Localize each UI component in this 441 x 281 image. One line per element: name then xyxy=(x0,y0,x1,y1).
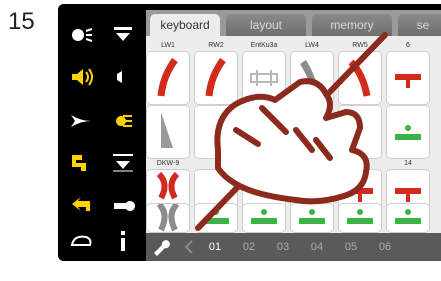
signal-tile-13-bottom[interactable] xyxy=(339,204,381,232)
tile-label: 13 xyxy=(356,160,364,167)
signal-tile-6-top[interactable] xyxy=(387,52,429,104)
page-02[interactable]: 02 xyxy=(234,233,264,261)
tile-label: LW1 xyxy=(161,42,175,49)
tab-keyboard[interactable]: keyboard xyxy=(150,14,220,36)
signal-tile-6-bottom[interactable] xyxy=(387,106,429,158)
uncoupler-tile-bottom[interactable] xyxy=(243,106,285,158)
control-device: keyboard layout memory se LW1 RW2 EntKu3… xyxy=(58,4,441,261)
page-bar: 01 02 03 04 05 06 xyxy=(146,233,441,261)
tile-label: LW4 xyxy=(305,42,319,49)
cab-light-icon[interactable] xyxy=(108,148,138,178)
rear-light-icon[interactable] xyxy=(108,62,138,92)
page-01[interactable]: 01 xyxy=(200,233,230,261)
switch-tile-lw1-bottom[interactable] xyxy=(147,106,189,158)
tile-label: 6 xyxy=(406,42,410,49)
switch-tile-lw4-bottom[interactable] xyxy=(291,106,333,158)
switch-tile-rw2-top[interactable] xyxy=(195,52,237,104)
page-04[interactable]: 04 xyxy=(302,233,332,261)
tab-bar: keyboard layout memory se xyxy=(146,10,441,36)
tile-label: RW5 xyxy=(352,42,368,49)
tab-memory[interactable]: memory xyxy=(312,14,392,36)
tile-label: DKW-9 xyxy=(156,160,180,167)
signal-tile-row2-4-bottom[interactable] xyxy=(291,204,333,232)
whistle-icon[interactable] xyxy=(108,190,138,220)
headlight-icon[interactable] xyxy=(66,20,96,50)
coupler-icon[interactable] xyxy=(66,148,96,178)
page-05[interactable]: 05 xyxy=(336,233,366,261)
shunting-icon[interactable] xyxy=(66,190,96,220)
switch-tile-rw5-top[interactable] xyxy=(339,52,381,104)
pantograph-icon[interactable] xyxy=(108,226,138,256)
page-03[interactable]: 03 xyxy=(268,233,298,261)
signal-tile-row2-3-bottom[interactable] xyxy=(243,204,285,232)
wrench-icon[interactable] xyxy=(150,237,172,257)
switch-tile-rw5-bottom[interactable] xyxy=(339,106,381,158)
tile-label: EntKu3a xyxy=(250,42,278,49)
uncoupler-tile-top[interactable] xyxy=(243,52,285,104)
screen: keyboard layout memory se LW1 RW2 EntKu3… xyxy=(146,10,441,261)
switch-tile-rw2-bottom[interactable] xyxy=(195,106,237,158)
tab-layout[interactable]: layout xyxy=(226,14,306,36)
mute-icon[interactable] xyxy=(66,226,96,256)
step-number: 15 xyxy=(8,8,35,35)
page-06[interactable]: 06 xyxy=(370,233,400,261)
switch-tile-lw4-top[interactable] xyxy=(291,52,333,104)
sound-icon[interactable] xyxy=(66,62,96,92)
function-panel xyxy=(58,4,146,261)
switch-tile-lw1-top[interactable] xyxy=(147,52,189,104)
tab-settings[interactable]: se xyxy=(398,14,441,36)
signal-tile-14-bottom[interactable] xyxy=(387,204,429,232)
signal-tile-row2-2-bottom[interactable] xyxy=(195,204,237,232)
high-beam-icon[interactable] xyxy=(108,106,138,136)
tile-label: 14 xyxy=(404,160,412,167)
tile-label: RW2 xyxy=(208,42,224,49)
crossing-tile-dkw9-bottom[interactable] xyxy=(147,204,189,232)
horn-icon[interactable] xyxy=(66,106,96,136)
top-light-icon[interactable] xyxy=(108,20,138,50)
chevron-left-icon[interactable] xyxy=(182,239,196,255)
